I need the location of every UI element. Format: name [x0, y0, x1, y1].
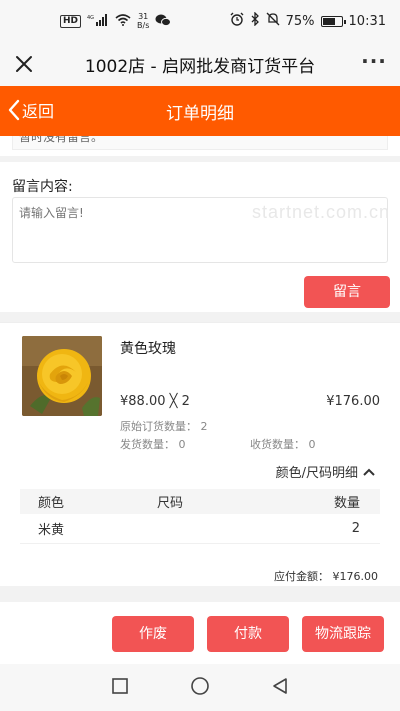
sku-detail-toggle[interactable]: 颜色/尺码明细 [276, 462, 376, 481]
table-row: 米黄 2 [20, 514, 380, 544]
signal-icon: 4G [87, 13, 109, 29]
wechat-icon [155, 13, 172, 30]
network-tag: 4G [87, 15, 94, 21]
column-header-color: 颜色 [38, 496, 65, 511]
cell-color: 米黄 [38, 523, 65, 538]
battery-icon [320, 15, 346, 27]
submit-message-button[interactable]: 留言 [304, 276, 390, 308]
logistics-tracking-button[interactable]: 物流跟踪 [302, 616, 384, 652]
sku-detail-toggle-label: 颜色/尺码明细 [275, 466, 358, 481]
unit-price-quantity: ¥88.00 ╳ 2 [120, 394, 190, 409]
product-image[interactable] [22, 336, 102, 416]
watermark-text: startnet.com.cn [251, 202, 390, 222]
cell-quantity: 2 [351, 521, 360, 536]
status-bar: HD 4G 31 B/s 75% 10:31 [0, 0, 400, 42]
network-speed: 31 B/s [137, 12, 150, 30]
line-subtotal: ¥176.00 [326, 394, 380, 409]
column-header-quantity: 数量 [333, 496, 360, 511]
recents-icon[interactable] [111, 677, 129, 699]
back-label: 返回 [22, 102, 55, 121]
clock: 10:31 [348, 13, 386, 29]
home-icon[interactable] [190, 676, 210, 700]
sku-table: 颜色 尺码 数量 米黄 2 [20, 489, 380, 544]
column-header-size: 尺码 [157, 496, 184, 511]
alarm-icon [230, 12, 244, 30]
close-icon[interactable] [10, 50, 38, 78]
mute-icon [266, 12, 280, 30]
order-detail-content: 暂时没有留言。 留言内容: startnet.com.cn 留言 黄色玫瑰 ¥8… [0, 136, 400, 616]
wifi-icon [115, 13, 131, 29]
amount-payable: 应付金额： ¥176.00 [274, 570, 378, 583]
original-order-quantity: 原始订货数量： 2 [120, 420, 208, 433]
system-nav-bar [0, 664, 400, 711]
header-title: 订单明细 [166, 103, 234, 124]
chevron-up-icon [363, 468, 375, 476]
chevron-left-icon [8, 99, 20, 121]
shipped-quantity: 发货数量： 0 [120, 438, 186, 451]
more-icon[interactable]: ··· [360, 50, 388, 78]
received-quantity: 收货数量： 0 [250, 438, 316, 451]
pay-button[interactable]: 付款 [207, 616, 289, 652]
message-label: 留言内容: [12, 179, 73, 195]
browser-title-bar: 1002店 - 启网批发商订货平台 ··· [0, 42, 400, 86]
sku-table-header: 颜色 尺码 数量 [20, 489, 380, 514]
page-title: 1002店 - 启网批发商订货平台 [84, 56, 316, 77]
header-bar: 返回 订单明细 [0, 86, 400, 136]
hd-badge: HD [60, 14, 82, 28]
void-order-button[interactable]: 作废 [112, 616, 194, 652]
previous-message-text: 暂时没有留言。 [12, 136, 388, 150]
bluetooth-icon [250, 11, 260, 30]
back-button[interactable]: 返回 [8, 98, 54, 122]
product-name[interactable]: 黄色玫瑰 [120, 338, 176, 358]
previous-message-card: 暂时没有留言。 [0, 136, 400, 156]
back-nav-icon[interactable] [271, 677, 289, 699]
battery-percent: 75% [285, 13, 315, 29]
action-bar: 作废 付款 物流跟踪 [0, 602, 400, 664]
